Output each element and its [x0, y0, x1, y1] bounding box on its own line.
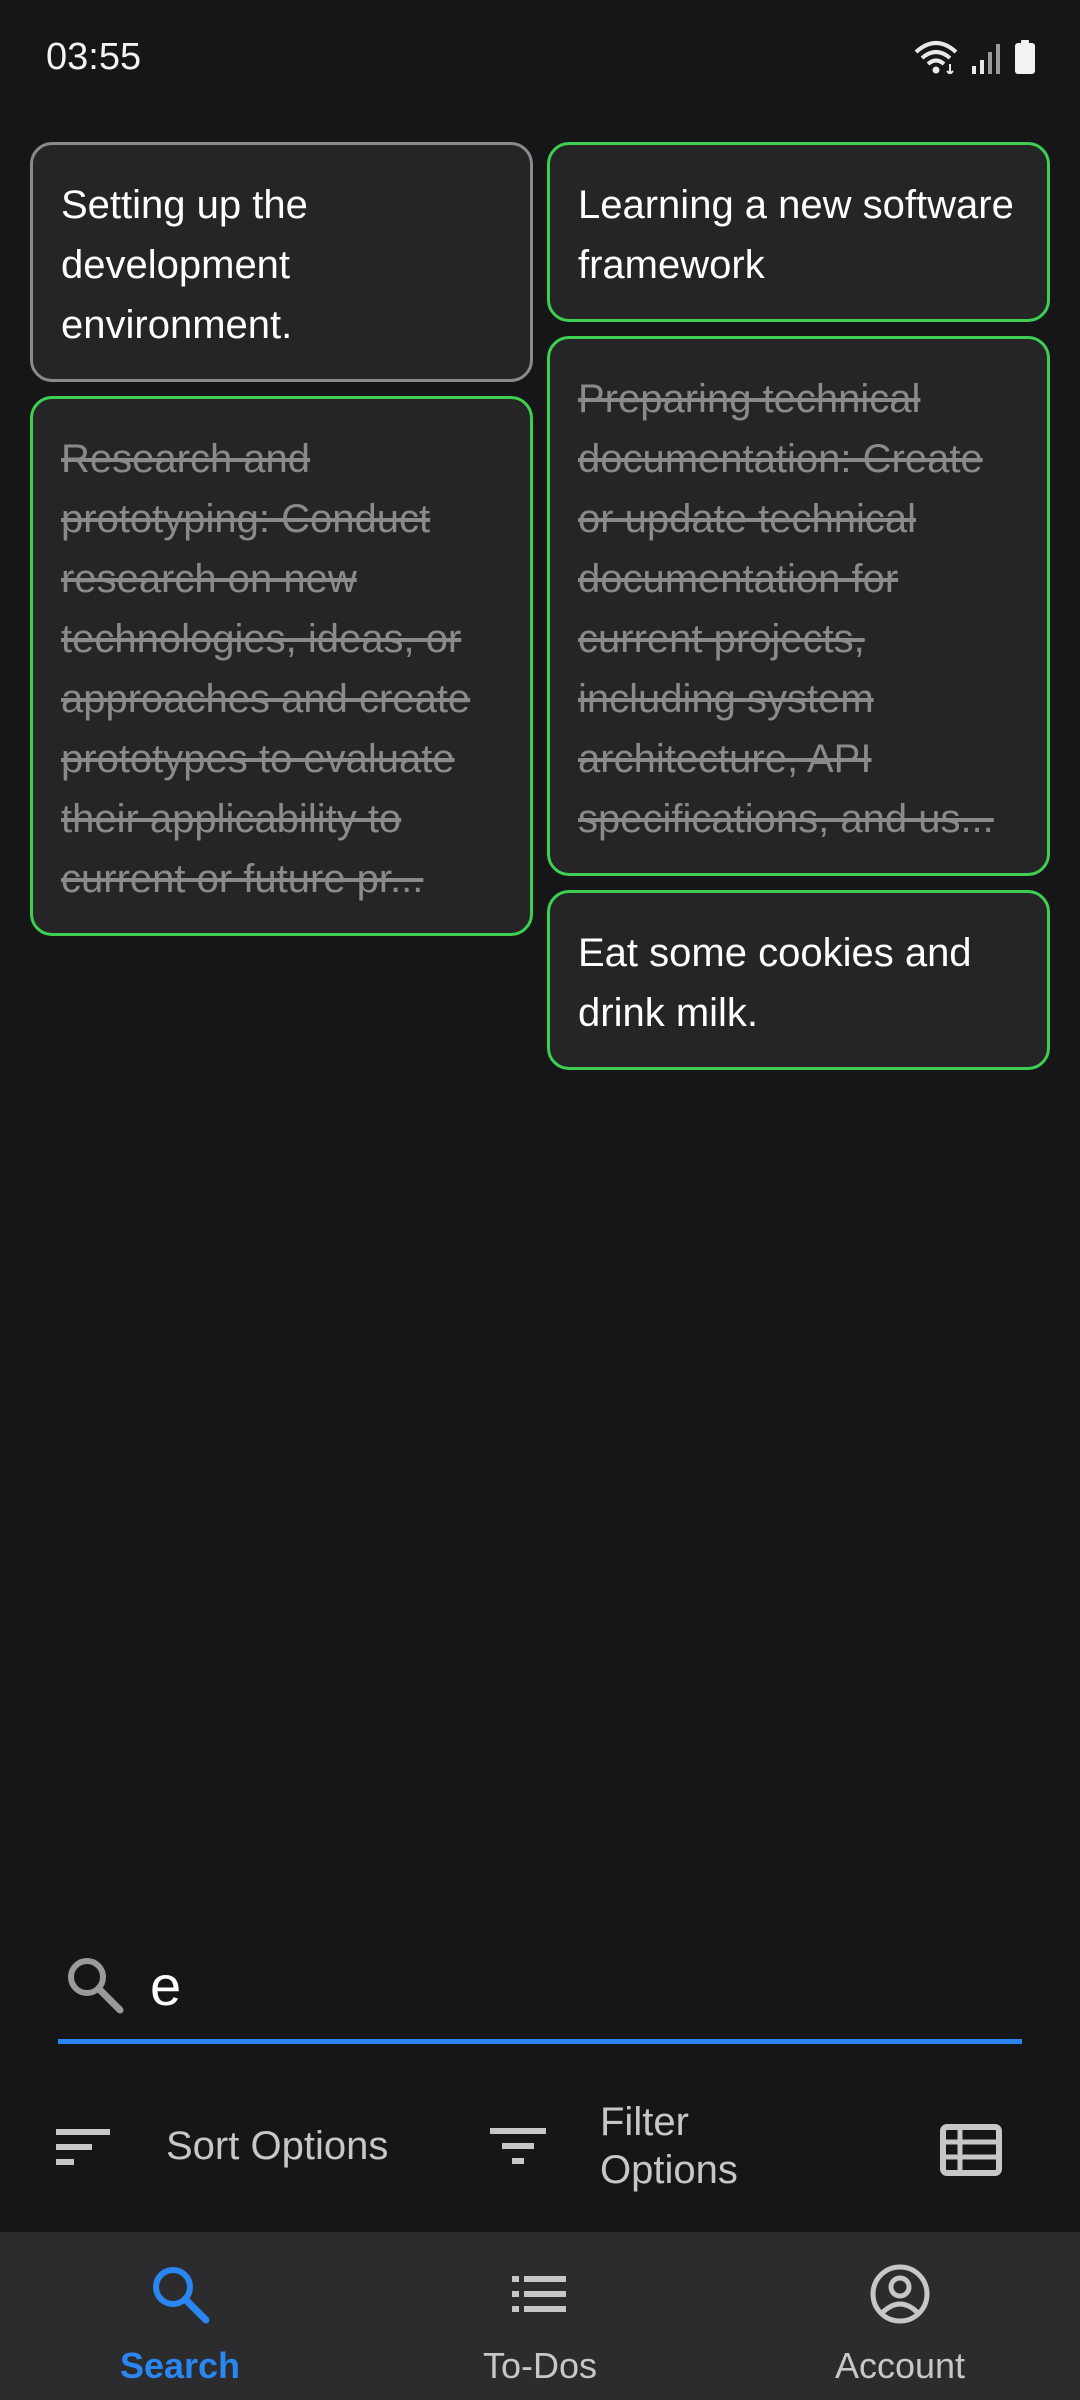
nav-item-todos[interactable]: To-Dos	[360, 2232, 720, 2400]
nav-item-search[interactable]: Search	[0, 2232, 360, 2400]
todo-card[interactable]: Learning a new software framework	[547, 142, 1050, 322]
status-icons	[914, 40, 1036, 79]
todo-card[interactable]: Setting up the development environment.	[30, 142, 533, 382]
options-bar: Sort Options Filter Options	[0, 2080, 1080, 2220]
status-bar: 03:55	[0, 0, 1080, 120]
wifi-icon	[914, 40, 958, 79]
table-view-button[interactable]	[940, 2124, 1002, 2181]
list-icon	[508, 2262, 572, 2331]
status-time: 03:55	[46, 36, 142, 78]
filter-options-label: Filter Options	[600, 2100, 738, 2192]
todo-card-text: Preparing technical documentation: Creat…	[578, 377, 994, 841]
search-input[interactable]	[150, 1950, 1010, 2020]
search-icon	[148, 2262, 212, 2331]
nav-item-label: Account	[834, 2345, 966, 2386]
search-field[interactable]	[58, 1930, 1022, 2044]
table-view-icon	[940, 2124, 1002, 2180]
todo-card-completed[interactable]: Preparing technical documentation: Creat…	[547, 336, 1050, 876]
todo-card-text: Eat some cookies and drink milk.	[578, 931, 972, 1035]
sort-options-button[interactable]: Sort Options	[54, 2124, 388, 2169]
sort-options-label: Sort Options	[166, 2124, 389, 2168]
todo-card-text: Learning a new software framework	[578, 183, 1014, 287]
left-column: Setting up the development environment. …	[30, 142, 533, 950]
signal-icon	[970, 42, 1002, 79]
nav-item-label: Search	[119, 2345, 241, 2386]
battery-icon	[1014, 40, 1036, 79]
right-column: Learning a new software framework Prepar…	[547, 142, 1050, 1084]
search-icon	[64, 1954, 124, 2019]
filter-options-button[interactable]: Filter Options	[488, 2098, 760, 2194]
sort-icon	[54, 2125, 114, 2169]
nav-item-label: To-Dos	[482, 2345, 598, 2386]
todo-card-text: Setting up the development environment.	[61, 183, 308, 347]
account-icon	[868, 2262, 932, 2331]
nav-item-account[interactable]: Account	[720, 2232, 1080, 2400]
todo-card-completed[interactable]: Research and prototyping: Conduct resear…	[30, 396, 533, 936]
bottom-navigation: Search To-Dos Account	[0, 2232, 1080, 2400]
todo-card[interactable]: Eat some cookies and drink milk.	[547, 890, 1050, 1070]
todo-card-text: Research and prototyping: Conduct resear…	[61, 437, 471, 901]
filter-icon	[488, 2124, 548, 2168]
